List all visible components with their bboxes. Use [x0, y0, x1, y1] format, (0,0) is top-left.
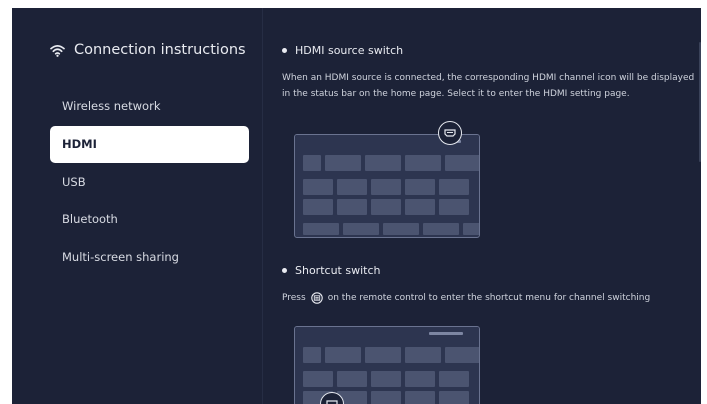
- sidebar-item-hdmi[interactable]: HDMI: [50, 126, 249, 163]
- sidebar-item-label: Bluetooth: [62, 212, 118, 226]
- sidebar-divider: [262, 8, 263, 404]
- tv-home-illustration: [294, 134, 480, 238]
- content-scrollbar[interactable]: [699, 42, 701, 162]
- description-text-before: Press: [282, 293, 306, 303]
- sidebar-title-text: Connection instructions: [74, 42, 246, 58]
- sidebar-item-bluetooth[interactable]: Bluetooth: [50, 201, 249, 238]
- sidebar-item-multi-screen-sharing[interactable]: Multi-screen sharing: [50, 239, 249, 276]
- section-title-text: Shortcut switch: [295, 264, 381, 277]
- sidebar: Connection instructions Wireless network…: [12, 8, 262, 404]
- section-title-hdmi-source-switch: HDMI source switch: [282, 44, 403, 57]
- sidebar-item-label: USB: [62, 175, 86, 189]
- bullet-icon: [282, 268, 287, 273]
- connection-instructions-screen: Connection instructions Wireless network…: [12, 8, 701, 404]
- sidebar-item-label: Wireless network: [62, 99, 161, 113]
- sidebar-title: Connection instructions: [50, 42, 246, 58]
- content-panel: HDMI source switch When an HDMI source i…: [282, 8, 701, 404]
- sidebar-item-label: HDMI: [62, 137, 97, 151]
- bullet-icon: [282, 48, 287, 53]
- remote-menu-icon: [310, 292, 323, 304]
- section-title-shortcut-switch: Shortcut switch: [282, 264, 380, 277]
- sidebar-item-usb[interactable]: USB: [50, 164, 249, 201]
- section-description: When an HDMI source is connected, the co…: [282, 73, 695, 99]
- section-title-text: HDMI source switch: [295, 44, 404, 57]
- section-description: Press on the remote control to enter the…: [282, 290, 701, 306]
- status-indicator: [429, 332, 463, 335]
- sidebar-item-label: Multi-screen sharing: [62, 250, 179, 264]
- sidebar-item-wireless-network[interactable]: Wireless network: [50, 88, 249, 125]
- shortcut-menu-illustration: [294, 326, 480, 404]
- description-text-after: on the remote control to enter the short…: [327, 293, 651, 303]
- hdmi-icon: [438, 121, 462, 145]
- wifi-icon: [50, 44, 65, 57]
